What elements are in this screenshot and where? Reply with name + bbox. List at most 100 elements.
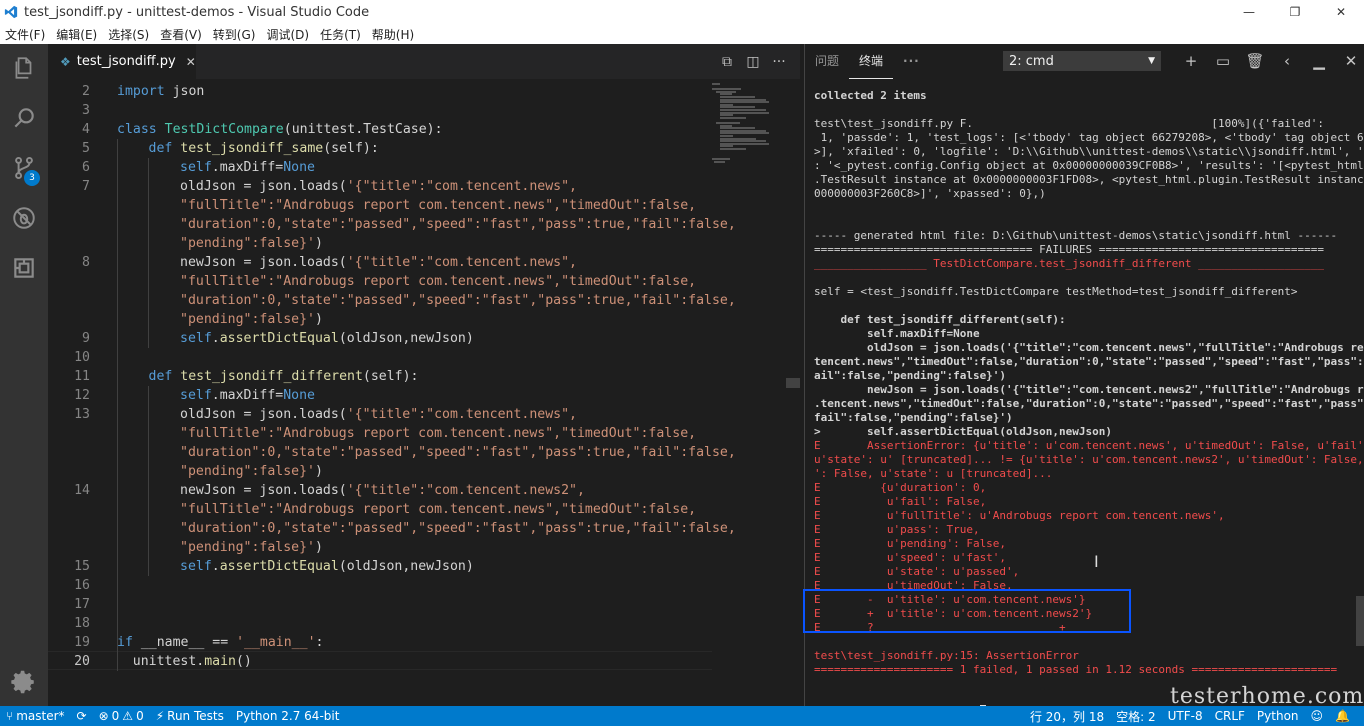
notification-bell-icon[interactable]: 🔔 xyxy=(1329,709,1356,723)
terminal-line: collected 2 items xyxy=(814,89,927,103)
terminal-line: E u'state': u'passed', xyxy=(814,565,1019,579)
code-line: "fullTitle":"Androbugs report com.tencen… xyxy=(180,196,696,215)
menu-selection[interactable]: 选择(S) xyxy=(103,26,155,43)
code-line: def test_jsondiff_different(self): xyxy=(149,367,419,386)
gear-icon[interactable] xyxy=(0,658,48,706)
explorer-icon[interactable] xyxy=(0,44,48,92)
language-mode[interactable]: Python xyxy=(1251,709,1305,723)
tab-problems[interactable]: 问题 xyxy=(805,44,849,79)
status-bar: ⑂ master* ⟳ ⊗ 0 ⚠ 0 ⚡ Run Tests Python 2… xyxy=(0,706,1364,726)
tab-close-icon[interactable]: ✕ xyxy=(186,55,196,69)
indentation[interactable]: 空格: 2 xyxy=(1110,708,1162,725)
code-token: None xyxy=(283,388,315,403)
code-line: "fullTitle":"Androbugs report com.tencen… xyxy=(180,500,696,519)
code-token: "duration":0,"state":"passed","speed":"f… xyxy=(180,521,736,536)
terminal-line-text: >], 'xfailed': 0, 'logfile': 'D:\\Github… xyxy=(814,145,1364,158)
code-token: ) xyxy=(314,464,323,479)
menu-view[interactable]: 查看(V) xyxy=(155,26,208,43)
feedback-icon[interactable]: ☺ xyxy=(1305,709,1330,723)
open-changes-icon[interactable]: ⧉ xyxy=(714,52,740,72)
minimap[interactable] xyxy=(712,79,782,179)
code-token: oldJson = json.loads( xyxy=(180,407,347,422)
terminal-line: u'state': u' [truncated]... != {u'title'… xyxy=(814,453,1364,467)
split-editor-icon[interactable]: ◫ xyxy=(740,52,766,72)
window-controls: — ❐ ✕ xyxy=(1226,0,1364,24)
terminal-line-text: ': False, u'state': u [truncated]... xyxy=(814,467,1053,480)
line-number: 10 xyxy=(74,350,90,365)
debug-icon[interactable] xyxy=(0,194,48,242)
code-line: newJson = json.loads('{"title":"com.tenc… xyxy=(180,481,585,500)
code-token: None xyxy=(283,160,315,175)
menu-edit[interactable]: 编辑(E) xyxy=(51,26,103,43)
line-number: 14 xyxy=(74,483,90,498)
python-interpreter[interactable]: Python 2.7 64-bit xyxy=(230,709,346,723)
terminal-line-text: self.maxDiff=None xyxy=(814,327,980,340)
code-token: "duration":0,"state":"passed","speed":"f… xyxy=(180,217,736,232)
code-line: "fullTitle":"Androbugs report com.tencen… xyxy=(180,272,696,291)
restore-button[interactable]: ❐ xyxy=(1272,0,1318,24)
terminal-line-text: tencent.news","timedOut":false,"duration… xyxy=(814,355,1364,368)
cursor-position[interactable]: 行 20，列 18 xyxy=(1024,708,1110,725)
tab-terminal[interactable]: 终端 xyxy=(849,44,894,79)
new-terminal-icon[interactable]: + xyxy=(1175,51,1207,71)
window-title: test_jsondiff.py - unittest-demos - Visu… xyxy=(24,4,370,20)
code-line: "pending":false}') xyxy=(180,462,323,481)
maximize-panel-icon[interactable]: ▁ xyxy=(1303,51,1335,71)
menu-tasks[interactable]: 任务(T) xyxy=(315,26,367,43)
code-token: (oldJson,newJson) xyxy=(338,559,474,574)
search-icon[interactable] xyxy=(0,94,48,142)
terminal-line: def test_jsondiff_different(self): xyxy=(814,313,1065,327)
menu-goto[interactable]: 转到(G) xyxy=(208,26,262,43)
close-button[interactable]: ✕ xyxy=(1318,0,1364,24)
git-branch-icon: ⑂ xyxy=(6,709,14,723)
code-line: def test_jsondiff_same(self): xyxy=(149,139,379,158)
terminal-line: ===================== 1 failed, 1 passed… xyxy=(814,663,1337,677)
kill-terminal-icon[interactable]: 🗑 xyxy=(1239,51,1271,71)
tab-test-jsondiff[interactable]: ❖ test_jsondiff.py ✕ xyxy=(48,44,196,79)
line-ending[interactable]: CRLF xyxy=(1209,709,1251,723)
sync-icon[interactable]: ⟳ xyxy=(71,709,93,723)
code-token: (oldJson,newJson) xyxy=(338,331,474,346)
menu-file[interactable]: 文件(F) xyxy=(0,26,51,43)
menu-debug[interactable]: 调试(D) xyxy=(261,26,315,43)
close-panel-icon[interactable]: ✕ xyxy=(1335,51,1364,71)
branch-indicator[interactable]: ⑂ master* xyxy=(0,709,71,723)
terminal-line: : '<_pytest.config.Config object at 0x00… xyxy=(814,159,1364,173)
terminal-line-text: ================================= FAILUR… xyxy=(814,243,1324,256)
problems-indicator[interactable]: ⊗ 0 ⚠ 0 xyxy=(93,709,150,723)
run-tests-button[interactable]: ⚡ Run Tests xyxy=(150,709,230,723)
code-token: '{"title":"com.tencent.news2", xyxy=(346,483,585,498)
code-token: self xyxy=(180,331,212,346)
code-token: oldJson = json.loads( xyxy=(180,179,347,194)
terminal-select[interactable]: 2: cmd ▼ xyxy=(1003,51,1161,71)
code-token: "pending":false}' xyxy=(180,464,315,479)
code-token: .maxDiff= xyxy=(211,388,284,403)
line-number: 2 xyxy=(82,84,90,99)
minimize-button[interactable]: — xyxy=(1226,0,1272,24)
split-terminal-icon[interactable]: ▭ xyxy=(1207,51,1239,71)
extensions-icon[interactable] xyxy=(0,244,48,292)
menu-help[interactable]: 帮助(H) xyxy=(367,26,420,43)
code-line: newJson = json.loads('{"title":"com.tenc… xyxy=(180,253,577,272)
more-actions-icon[interactable]: ··· xyxy=(766,52,792,72)
terminal-line: ----- generated html file: D:\Github\uni… xyxy=(814,229,1337,243)
terminal-line-text: : '<_pytest.config.Config object at 0x00… xyxy=(814,159,1364,172)
code-editor[interactable]: 2 3 4 5 6 7 8 9 10 11 12 13 14 15 16 17 18 19 20 import js… xyxy=(48,79,800,706)
editor-scrollbar[interactable] xyxy=(786,378,800,388)
code-token: main xyxy=(204,654,236,669)
source-control-icon[interactable] xyxy=(0,144,48,192)
encoding[interactable]: UTF-8 xyxy=(1162,709,1209,723)
terminal-scrollbar[interactable] xyxy=(1356,596,1364,646)
code-token: newJson = json.loads( xyxy=(180,483,347,498)
terminal-line-text: E u'pending': False, xyxy=(814,537,1007,550)
move-panel-icon[interactable]: ‹ xyxy=(1271,51,1303,71)
terminal-line-text: E u'fullTitle': u'Androbugs report com.t… xyxy=(814,509,1225,522)
code-token: "pending":false}' xyxy=(180,540,315,555)
line-number: 16 xyxy=(74,578,90,593)
terminal-line-text: .tencent.news","timedOut":false,"duratio… xyxy=(814,397,1364,410)
terminal-line: E u'pending': False, xyxy=(814,537,1006,551)
terminal-line-text: test\test_jsondiff.py:15: AssertionError xyxy=(814,649,1079,662)
panel-more-icon[interactable]: ··· xyxy=(893,44,930,79)
code-line: oldJson = json.loads('{"title":"com.tenc… xyxy=(180,405,577,424)
line-number: 19 xyxy=(74,635,90,650)
